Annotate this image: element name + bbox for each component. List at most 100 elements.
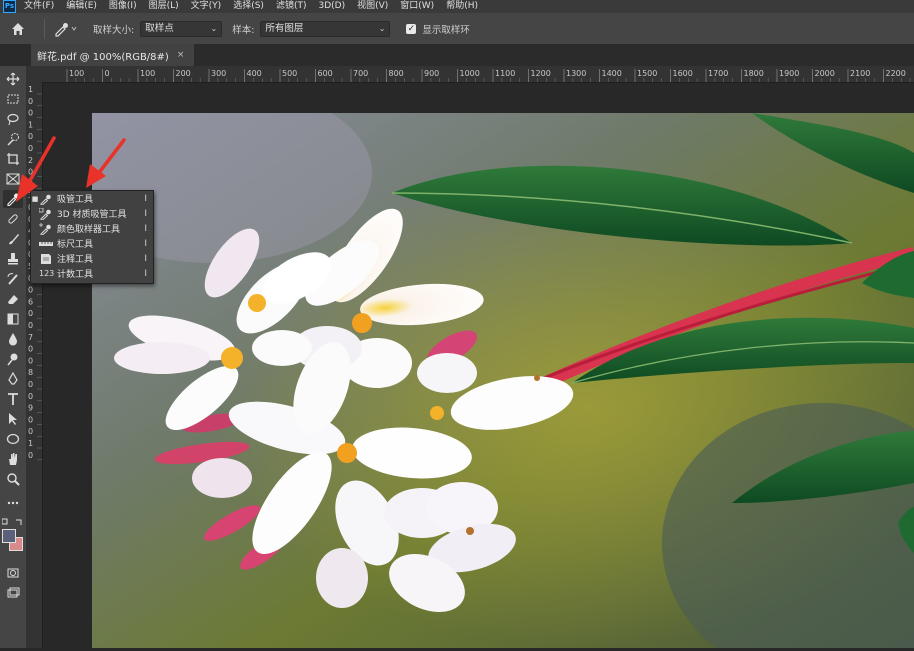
ruler-label: 0 [28,321,33,330]
healing-icon[interactable] [3,210,23,228]
shortcut-key: I [144,193,147,204]
chevron-down-icon: ⌄ [210,23,218,33]
menu-3d[interactable]: 3D(D) [318,0,345,13]
document-tab-bar: 鲜花.pdf @ 100%(RGB/8#) × [0,44,914,66]
ruler-label: 1 [28,439,33,448]
ruler-label: 0 [28,109,33,118]
ruler-label: 0 [28,356,33,365]
flyout-label: 计数工具 [57,270,94,280]
brush-icon[interactable] [3,230,23,248]
shortcut-key: I [144,238,147,249]
sample-label: 样本: [232,24,255,36]
ruler-label: 300 [211,69,226,78]
photoshop-logo: Ps [3,0,16,13]
annotation-arrow-right [86,138,126,188]
chevron-down-icon: ⌄ [378,23,386,33]
sample-size-label: 取样大小: [93,24,135,36]
menu-type[interactable]: 文字(Y) [191,0,222,13]
horizontal-ruler-ticks: 100 0 100 200 300 400 500 600 700 800 900 1000 1100 1… [66,69,911,82]
stamp-icon[interactable] [3,250,23,268]
shortcut-key: I [144,253,147,264]
screen-mode-icon[interactable] [3,584,23,602]
show-ring-checkbox[interactable]: ✓ [406,23,417,34]
menu-window[interactable]: 窗口(W) [400,0,434,13]
flyout-label: 3D 材质吸管工具 [57,210,127,220]
ruler-label: 0 [28,380,33,389]
move-icon[interactable] [3,70,23,88]
ruler-label: 1600 [673,69,693,78]
gradient-icon[interactable] [3,310,23,328]
3d-eyedropper-icon [38,207,53,220]
ruler-label: 0 [28,345,33,354]
ruler-icon [39,238,53,250]
flyout-item-color-sampler[interactable]: 颜色取样器工具 I [31,221,153,236]
ruler-label: 0 [28,427,33,436]
ruler-label: 200 [176,69,191,78]
zoom-icon[interactable] [3,470,23,488]
sample-size-select[interactable]: 取样点 ⌄ [140,20,223,37]
tool-preset-eyedropper-icon[interactable] [53,19,83,39]
menu-file[interactable]: 文件(F) [24,0,54,13]
ruler-label: 1000 [460,69,480,78]
foreground-color-swatch[interactable] [2,529,16,543]
hand-icon[interactable] [3,450,23,468]
menu-select[interactable]: 选择(S) [233,0,264,13]
flyout-label: 吸管工具 [57,195,94,205]
ruler-label: 6 [28,297,33,306]
flyout-label: 标尺工具 [57,240,94,250]
path-select-icon[interactable] [3,410,23,428]
close-icon[interactable]: × [177,50,185,60]
menu-help[interactable]: 帮助(H) [446,0,478,13]
color-sampler-icon [39,222,53,235]
ruler-label: 2200 [886,69,906,78]
marquee-icon[interactable] [3,90,23,108]
shortcut-key: I [144,268,147,279]
menu-bar: Ps 文件(F) 编辑(E) 图像(I) 图层(L) 文字(Y) 选择(S) 滤… [0,0,914,13]
history-brush-icon[interactable] [3,270,23,288]
menu-edit[interactable]: 编辑(E) [66,0,97,13]
options-bar: 取样大小: 取样点 ⌄ 样本: 所有图层 ⌄ ✓ 显示取样环 [0,13,914,45]
lasso-icon[interactable] [3,110,23,128]
ruler-label: 1700 [708,69,728,78]
ruler-label: 100 [69,69,84,78]
menu-layer[interactable]: 图层(L) [149,0,179,13]
ruler-label: 100 [140,69,155,78]
quick-mask-icon[interactable] [3,564,23,582]
document-tab[interactable]: 鲜花.pdf @ 100%(RGB/8#) × [31,44,195,66]
shape-icon[interactable] [3,430,23,448]
horizontal-ruler[interactable]: 100 0 100 200 300 400 500 600 700 800 900 1000 1100 1… [26,66,914,83]
sample-value: 所有图层 [265,22,304,34]
ruler-label: 600 [318,69,333,78]
more-icon[interactable] [3,494,23,512]
ruler-label: 1500 [637,69,657,78]
swap-colors-icon[interactable] [1,518,24,526]
flower-photo[interactable] [92,113,914,648]
ruler-label: 1100 [495,69,515,78]
menu-view[interactable]: 视图(V) [357,0,388,13]
ruler-label: 0 [28,309,33,318]
flyout-item-note[interactable]: 注释工具 I [31,251,153,266]
separator [44,18,45,39]
ruler-label: 0 [28,415,33,424]
home-icon[interactable] [10,21,26,37]
flyout-item-ruler[interactable]: 标尺工具 I [31,236,153,251]
ruler-label: 0 [28,451,33,460]
menu-image[interactable]: 图像(I) [109,0,137,13]
eraser-icon[interactable] [3,290,23,308]
ruler-label: 7 [28,333,33,342]
sample-size-value: 取样点 [145,22,174,34]
ruler-label: 1800 [744,69,764,78]
blur-icon[interactable] [3,330,23,348]
dodge-icon[interactable] [3,350,23,368]
type-icon[interactable] [3,390,23,408]
flyout-item-3d-eyedropper[interactable]: 3D 材质吸管工具 I [31,206,153,221]
flyout-item-count[interactable]: 123 计数工具 I [31,266,153,281]
sample-select[interactable]: 所有图层 ⌄ [260,20,391,37]
menu-filter[interactable]: 滤镜(T) [276,0,307,13]
ruler-label: 0 [28,286,33,295]
document-tab-title: 鲜花.pdf @ 100%(RGB/8#) [37,51,169,63]
ruler-label: 400 [247,69,262,78]
ruler-label: 1 [28,120,33,129]
count-icon: 123 [39,268,55,278]
pen-icon[interactable] [3,370,23,388]
